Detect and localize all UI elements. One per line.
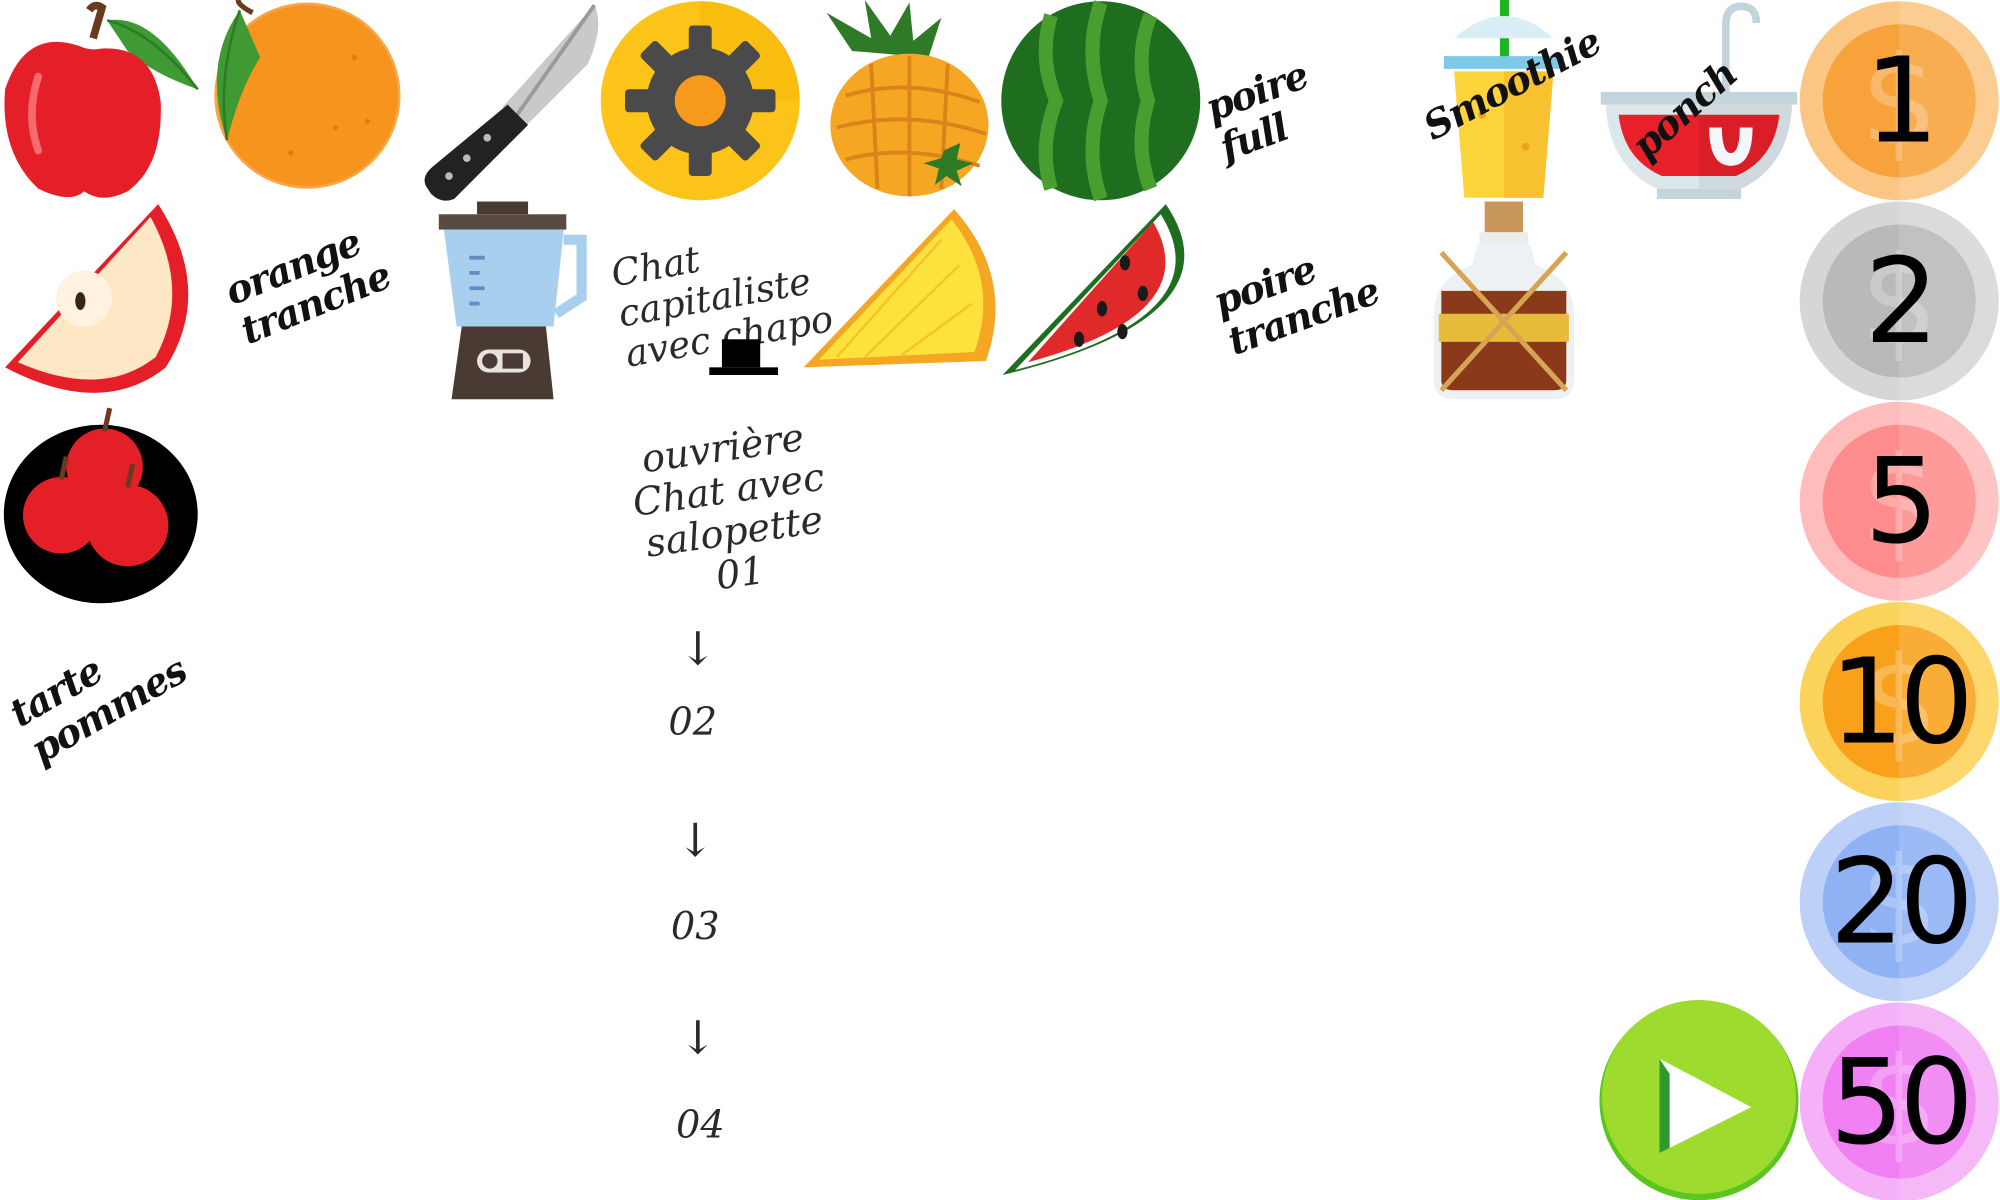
- pear-full-note: poire full: [1200, 53, 1314, 171]
- coin-value-label: 20: [1829, 833, 1974, 971]
- frame-02-label: 02: [668, 700, 718, 745]
- apple-pie-note: tarte pommes: [2, 648, 195, 774]
- frame-04-label: 04: [676, 1103, 725, 1148]
- pineapple-icon: [801, 0, 1003, 202]
- top-hat-icon: [709, 334, 779, 380]
- coin-1[interactable]: $1: [1798, 0, 2000, 202]
- pineapple-slice-icon: [801, 202, 1003, 404]
- play-button[interactable]: [1598, 999, 1800, 1200]
- coin-20[interactable]: $20: [1798, 801, 2000, 1003]
- apple-icon: [0, 0, 202, 202]
- coin-10[interactable]: $10: [1798, 601, 2000, 803]
- coin-2[interactable]: $2: [1798, 200, 2000, 402]
- gear-icon[interactable]: [599, 0, 801, 202]
- apple-slice-icon: [0, 202, 202, 404]
- frame-arrow-2: ↓: [676, 815, 715, 868]
- coin-value-label: 1: [1864, 32, 1939, 170]
- sprite-sheet: poire full Smoothie ponch orange tranche…: [0, 0, 2000, 1200]
- frame-arrow-1: ↓: [678, 623, 718, 677]
- frame-arrow-3: ↓: [678, 1012, 718, 1066]
- apple-pile-icon: [0, 403, 202, 605]
- frame-03-label: 03: [670, 904, 720, 949]
- watermelon-icon: [1000, 0, 1202, 202]
- pear-sliced-note: poire tranche: [1208, 247, 1386, 365]
- watermelon-slice-icon: [1000, 202, 1202, 404]
- knife-icon: [403, 0, 605, 202]
- coin-5[interactable]: $5: [1798, 401, 2000, 603]
- play-icon: [1599, 999, 1799, 1200]
- coin-value-label: 5: [1864, 433, 1939, 570]
- coin-50[interactable]: $50: [1798, 1001, 2000, 1200]
- orange-sliced-note: orange tranche: [219, 220, 398, 355]
- blender-icon: [403, 201, 605, 404]
- rum-bottle-icon: [1403, 201, 1605, 404]
- worker-cat-note: ouvrière Chat avec salopette 01: [630, 415, 828, 600]
- orange-icon: [202, 0, 404, 202]
- coin-value-label: 10: [1829, 633, 1974, 770]
- coin-value-label: 2: [1864, 232, 1939, 370]
- coin-value-label: 50: [1829, 1033, 1974, 1171]
